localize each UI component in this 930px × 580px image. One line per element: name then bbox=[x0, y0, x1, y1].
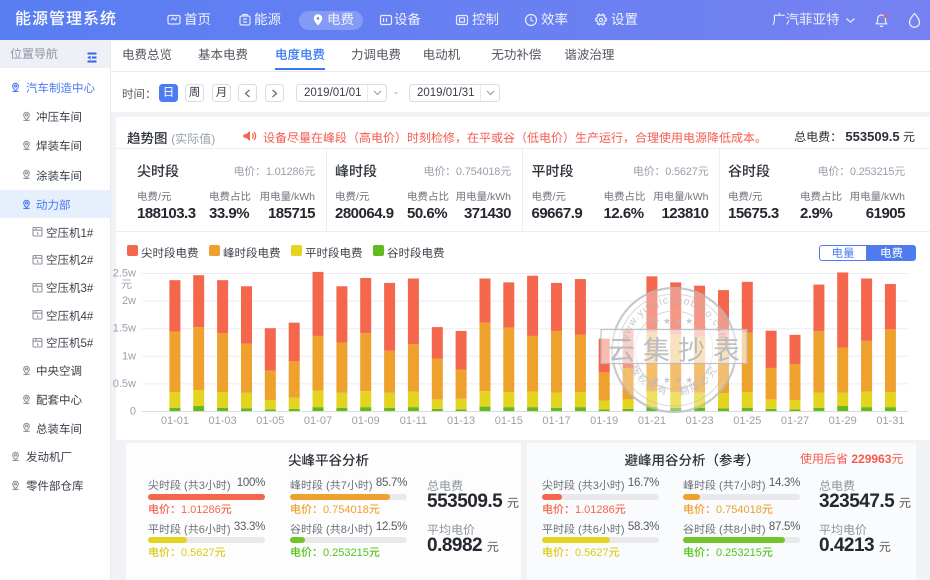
svg-text:1.5w: 1.5w bbox=[113, 323, 136, 335]
svg-text:2w: 2w bbox=[122, 295, 136, 307]
svg-text:01-19: 01-19 bbox=[590, 415, 618, 427]
svg-text:01-29: 01-29 bbox=[829, 415, 857, 427]
svg-text:01-11: 01-11 bbox=[400, 415, 427, 427]
svg-text:1w: 1w bbox=[122, 350, 136, 362]
svg-text:0: 0 bbox=[130, 406, 136, 418]
svg-text:01-03: 01-03 bbox=[209, 415, 237, 427]
svg-text:01-23: 01-23 bbox=[686, 415, 714, 427]
svg-text:01-15: 01-15 bbox=[495, 415, 523, 427]
svg-text:01-13: 01-13 bbox=[447, 415, 475, 427]
svg-text:★★★★: ★★★★ bbox=[652, 316, 696, 326]
svg-text:01-25: 01-25 bbox=[733, 415, 761, 427]
svg-text:01-07: 01-07 bbox=[304, 415, 332, 427]
svg-text:01-05: 01-05 bbox=[256, 415, 284, 427]
svg-text:0.5w: 0.5w bbox=[113, 378, 136, 390]
svg-text:元: 元 bbox=[121, 279, 132, 291]
svg-text:01-17: 01-17 bbox=[542, 415, 570, 427]
svg-text:01-09: 01-09 bbox=[352, 415, 380, 427]
svg-text:01-27: 01-27 bbox=[781, 415, 809, 427]
svg-text:2.5w: 2.5w bbox=[113, 268, 136, 280]
svg-text:01-31: 01-31 bbox=[876, 415, 904, 427]
svg-text:★★★★: ★★★★ bbox=[652, 375, 696, 385]
svg-text:01-21: 01-21 bbox=[638, 415, 666, 427]
svg-text:01-01: 01-01 bbox=[161, 415, 189, 427]
